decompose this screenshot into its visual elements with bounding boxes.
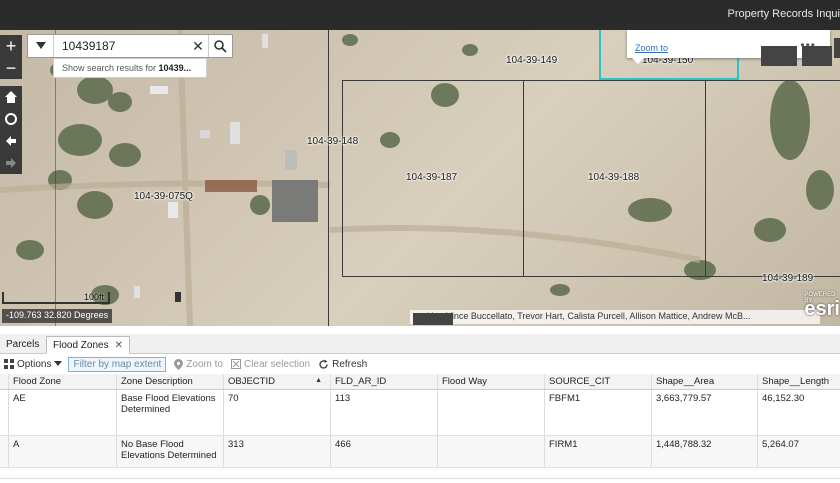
suggestion-term: 10439... (158, 63, 192, 73)
search-icon (214, 39, 227, 53)
close-icon[interactable]: ✕ (188, 38, 208, 55)
map-widget-button[interactable] (802, 46, 832, 66)
chevron-down-icon (35, 42, 46, 49)
arrow-right-icon[interactable] (0, 152, 22, 174)
refresh-icon (319, 359, 328, 369)
column-header[interactable]: FLD_AR_ID (331, 374, 438, 389)
zoom-to-label: Zoom to (186, 358, 223, 370)
scale-bar: 100ft (2, 292, 110, 304)
parcel-label[interactable]: 104-39-187 (406, 172, 457, 183)
column-header[interactable]: Shape__Area (652, 374, 758, 389)
parcel-boundary (328, 30, 329, 326)
table-cell: 313 (224, 436, 331, 467)
table-cell: 3,663,779.57 (652, 390, 758, 435)
options-menu[interactable]: Options (4, 358, 63, 370)
app-title: Property Records Inqui (727, 8, 840, 20)
feature-popup: Zoom to ••• (627, 30, 830, 58)
search-button[interactable] (208, 35, 232, 57)
map-attribution: ..ed by: Vince Buccellato, Trevor Hart, … (410, 310, 820, 324)
search-suggestion[interactable]: Show search results for 10439... (53, 58, 207, 78)
filter-by-extent-button[interactable]: Filter by map extent (68, 356, 167, 372)
popup-pointer (632, 58, 644, 64)
attribute-table: Flood Zone Zone Description OBJECTID ▲ FL… (0, 374, 840, 468)
options-label: Options (17, 358, 52, 370)
nav-controls (0, 86, 22, 174)
home-icon[interactable] (0, 86, 22, 108)
tab-label: Parcels (6, 339, 40, 350)
esri-logo: POWERED BY esri (804, 292, 840, 321)
search-input[interactable]: 10439187 (54, 39, 188, 53)
parcel-boundary (523, 80, 524, 276)
zoom-controls: + − (0, 35, 22, 79)
table-cell: FIRM1 (545, 436, 652, 467)
scale-label: 100ft (83, 292, 104, 302)
tab-flood-zones[interactable]: Flood Zones ✕ (46, 336, 130, 354)
column-header[interactable]: Flood Way (438, 374, 545, 389)
table-toolbar: Options Filter by map extent Zoom to Cle… (0, 355, 840, 373)
refresh-button[interactable]: Refresh (318, 359, 367, 370)
popup-zoom-to-link[interactable]: Zoom to (635, 43, 668, 53)
table-cell (438, 436, 545, 467)
table-cell (438, 390, 545, 435)
table-tabs: Parcels ✕ Flood Zones ✕ (0, 334, 840, 354)
column-header[interactable]: Zone Description (117, 374, 224, 389)
column-header[interactable]: SOURCE_CIT (545, 374, 652, 389)
table-cell: 113 (331, 390, 438, 435)
grid-icon (4, 359, 14, 369)
minus-icon[interactable]: − (0, 57, 22, 79)
parcel-label[interactable]: 104-39-188 (588, 172, 639, 183)
table-cell: A (9, 436, 117, 467)
map-widget-button[interactable] (834, 38, 840, 58)
panel-resize-handle[interactable] (413, 313, 453, 325)
logo-caption: POWERED BY (804, 292, 836, 304)
clear-selection-icon (230, 359, 241, 369)
table-cell: 1,448,788.32 (652, 436, 758, 467)
map-view[interactable]: 104-39-149 104-39-148 104-39-187 104-39-… (0, 30, 840, 326)
map-widget-button[interactable] (761, 46, 797, 66)
table-cell: FBFM1 (545, 390, 652, 435)
clear-selection-button[interactable]: Clear selection (230, 358, 311, 370)
sort-ascending-icon: ▲ (315, 377, 322, 384)
row-selector[interactable] (0, 436, 9, 467)
suggestion-text: Show search results for (62, 63, 159, 73)
close-icon[interactable]: ✕ (115, 340, 123, 351)
table-cell: 5,264.07 (762, 439, 799, 450)
parcel-label[interactable]: 104-39-149 (506, 55, 557, 66)
table-cell: AE (9, 390, 117, 435)
parcel-boundary (342, 80, 840, 81)
table-cell: Base Flood Elevations Determined (117, 390, 224, 435)
coordinate-readout: -109.763 32.820 Degrees (2, 309, 113, 323)
search-source-dropdown[interactable] (28, 35, 54, 57)
parcel-label[interactable]: 104-39-075Q (134, 191, 193, 202)
parcel-label[interactable]: 104-39-148 (307, 136, 358, 147)
table-cell: 70 (224, 390, 331, 435)
arrow-left-icon[interactable] (0, 130, 22, 152)
table-row[interactable]: A No Base Flood Elevations Determined 31… (0, 436, 840, 468)
zoom-to-button[interactable]: Zoom to (174, 358, 223, 370)
table-row[interactable]: AE Base Flood Elevations Determined 70 1… (0, 390, 840, 436)
table-cell: 466 (331, 436, 438, 467)
locate-icon[interactable] (0, 108, 22, 130)
map-pin-icon (174, 358, 184, 370)
table-cell: No Base Flood Elevations Determined (117, 436, 224, 467)
chevron-down-icon (54, 361, 63, 366)
row-selector[interactable] (0, 390, 9, 435)
row-selector-header[interactable] (0, 374, 9, 389)
refresh-label: Refresh (332, 358, 368, 370)
column-header[interactable]: OBJECTID ▲ (224, 374, 331, 389)
parcel-label[interactable]: 104-39-189 (762, 273, 813, 284)
parcel-boundary (705, 80, 706, 276)
search-box: 10439187 ✕ (27, 34, 233, 58)
tab-label: Flood Zones (53, 340, 109, 351)
table-cell: 46,152.30 (762, 393, 805, 404)
plus-icon[interactable]: + (0, 35, 22, 57)
column-header[interactable]: Flood Zone (9, 374, 117, 389)
table-header-row: Flood Zone Zone Description OBJECTID ▲ FL… (0, 374, 840, 390)
column-header[interactable]: Shape__Length (758, 374, 840, 389)
column-header-label: OBJECTID (228, 376, 275, 387)
parcel-boundary (342, 80, 343, 276)
clear-selection-label: Clear selection (243, 358, 311, 370)
app-header: Property Records Inqui (0, 0, 840, 30)
divider (0, 478, 840, 479)
